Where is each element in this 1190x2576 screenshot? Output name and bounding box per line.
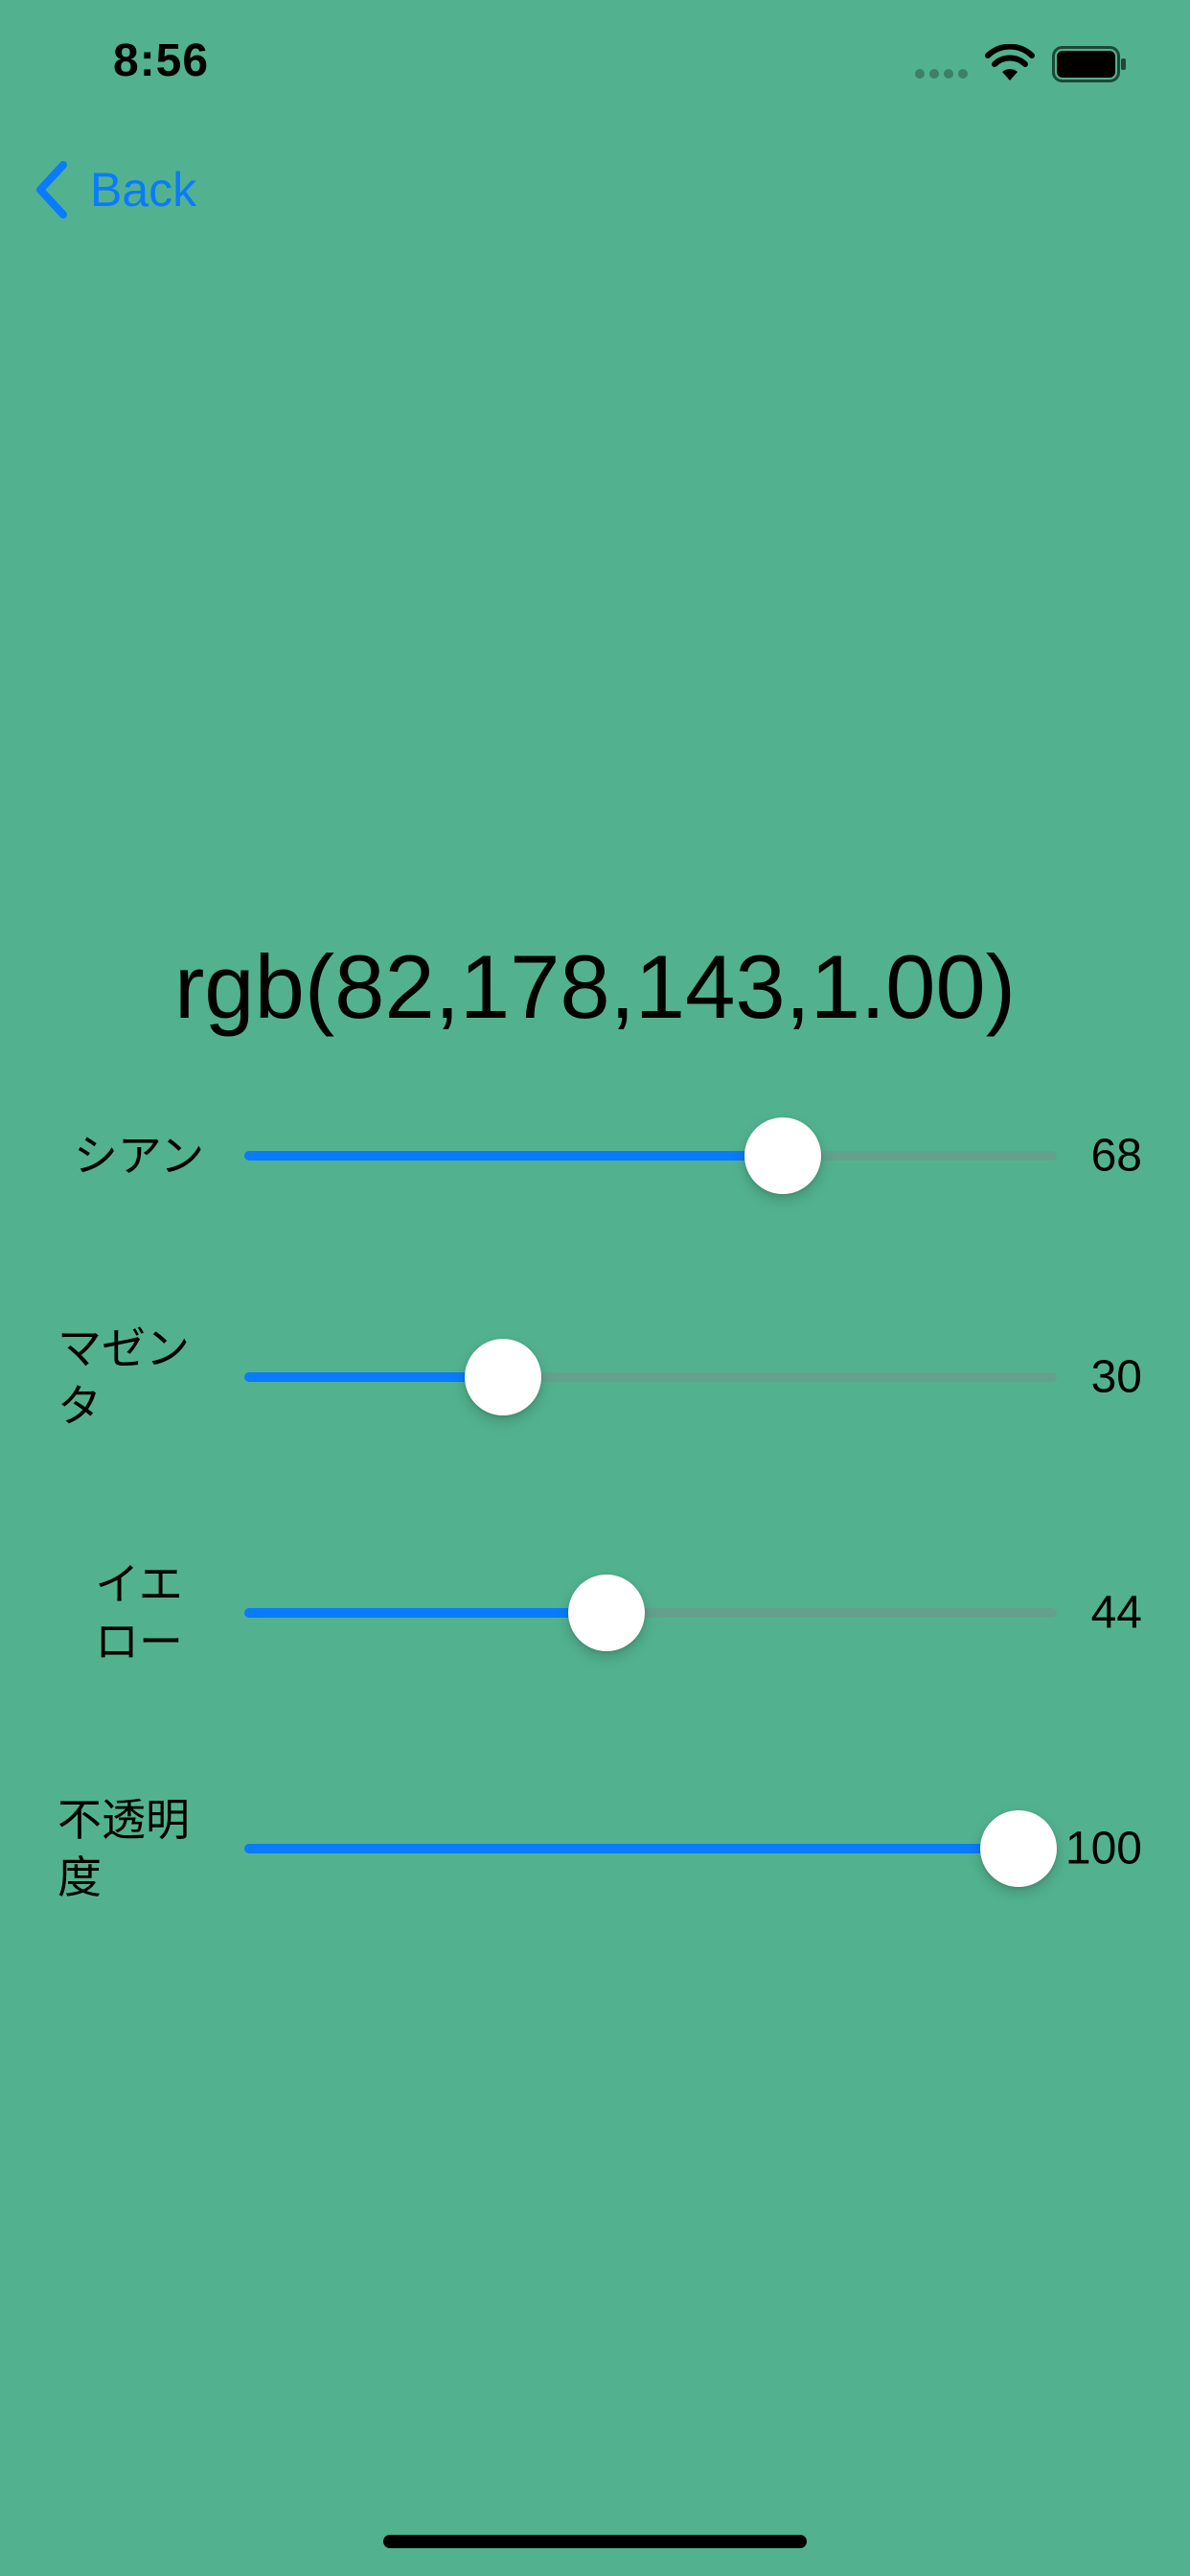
slider-label-magenta: マゼン タ	[57, 1323, 190, 1431]
slider-row-yellow: イエ ロー 44	[0, 1551, 1190, 1675]
slider-value-cyan: 68	[1090, 1130, 1142, 1182]
cyan-slider-thumb[interactable]	[744, 1117, 822, 1194]
yellow-slider-track[interactable]	[244, 1575, 1057, 1651]
status-bar: 8:56	[0, 0, 1190, 128]
slider-value-yellow: 44	[1090, 1587, 1142, 1639]
cyan-slider-track[interactable]	[244, 1117, 1057, 1194]
slider-label-cyan: シアン	[73, 1131, 205, 1181]
slider-row-opacity: 不透明 度 100	[0, 1786, 1190, 1911]
chevron-left-icon	[36, 161, 67, 218]
slider-row-magenta: マゼン タ 30	[0, 1315, 1190, 1439]
opacity-slider-track[interactable]	[244, 1810, 1057, 1887]
slider-value-magenta: 30	[1090, 1351, 1142, 1403]
back-label: Back	[90, 163, 197, 217]
slider-row-cyan: シアン 68	[0, 1093, 1190, 1218]
opacity-slider-thumb[interactable]	[980, 1810, 1057, 1887]
cyan-slider-fill	[244, 1151, 784, 1161]
yellow-slider-fill	[244, 1608, 606, 1618]
home-indicator[interactable]	[383, 2535, 807, 2548]
magenta-slider-thumb[interactable]	[465, 1339, 542, 1415]
wifi-icon	[985, 44, 1035, 80]
slider-value-opacity: 100	[1064, 1823, 1142, 1874]
battery-icon	[1052, 46, 1126, 82]
slider-label-opacity: 不透明 度	[57, 1795, 190, 1902]
back-button[interactable]: Back	[33, 153, 196, 226]
opacity-slider-fill	[244, 1844, 1018, 1853]
yellow-slider-thumb[interactable]	[567, 1575, 645, 1651]
rgb-value-label: rgb(82,178,143,1.00)	[174, 936, 1016, 1037]
status-time: 8:56	[113, 35, 210, 86]
magenta-slider-track[interactable]	[244, 1339, 1057, 1415]
cellular-signal-icon	[915, 69, 968, 79]
slider-label-yellow: イエ ロー	[95, 1559, 183, 1667]
